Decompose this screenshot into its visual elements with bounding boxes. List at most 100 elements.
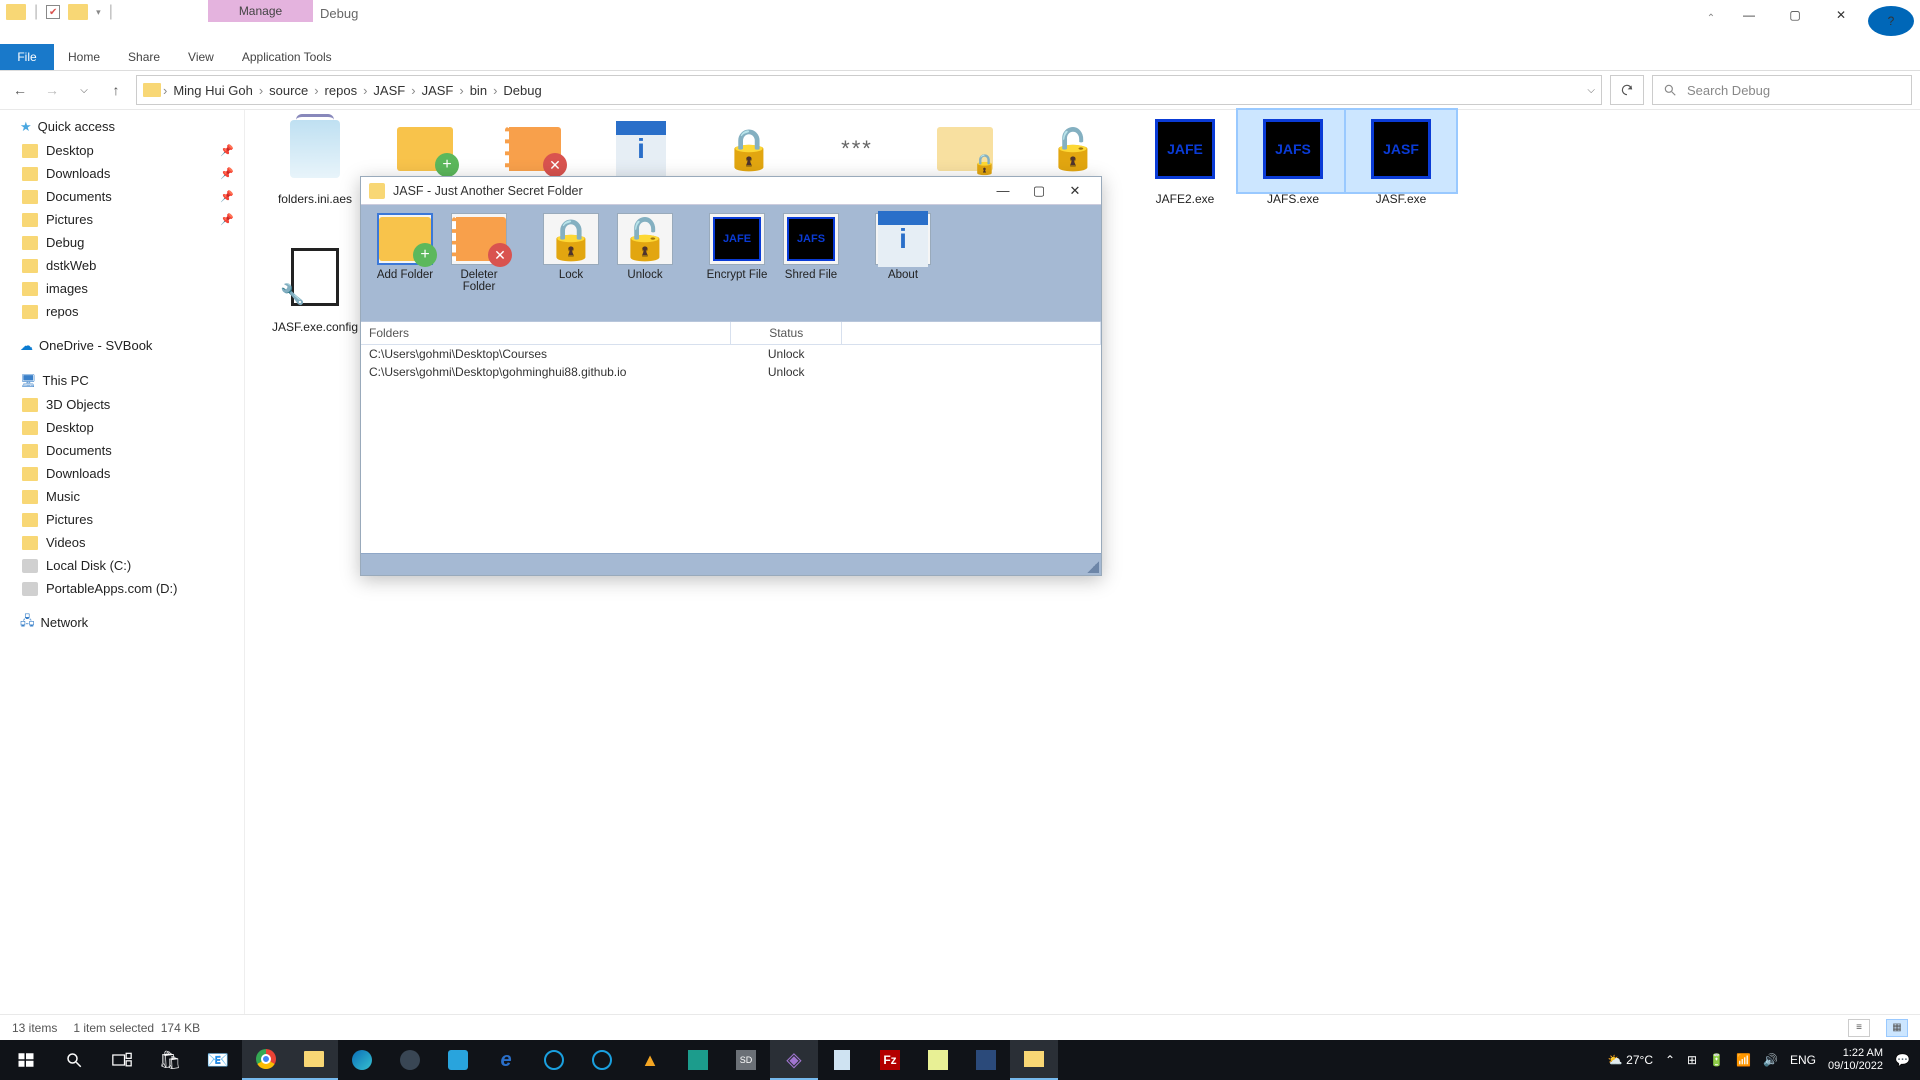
taskbar-search-button[interactable]: [50, 1040, 98, 1080]
close-button[interactable]: ✕: [1818, 0, 1864, 30]
jasf-toolbar-button[interactable]: ✕Deleter Folder: [445, 213, 513, 293]
nav-item[interactable]: Documents📌: [0, 185, 244, 208]
tray-overflow-icon[interactable]: ⌃: [1665, 1053, 1675, 1067]
taskbar-app-filezilla[interactable]: Fz: [866, 1040, 914, 1080]
jasf-list-row[interactable]: C:\Users\gohmi\Desktop\gohminghui88.gith…: [361, 363, 1101, 381]
nav-group-onedrive[interactable]: ☁ OneDrive - SVBook: [0, 333, 244, 358]
wifi-icon[interactable]: 📶: [1736, 1053, 1751, 1067]
nav-group-quick-access[interactable]: ★ Quick access: [0, 114, 244, 139]
breadcrumb[interactable]: bin: [466, 83, 491, 98]
nav-item[interactable]: Debug: [0, 231, 244, 254]
breadcrumb[interactable]: JASF: [369, 83, 409, 98]
nav-up-button[interactable]: ↑: [104, 78, 128, 102]
tray-icon[interactable]: ⊞: [1687, 1053, 1697, 1067]
view-details-button[interactable]: ≡: [1848, 1019, 1870, 1037]
tray-clock[interactable]: 1:22 AM 09/10/2022: [1828, 1047, 1883, 1073]
help-icon[interactable]: ?: [1868, 6, 1914, 36]
nav-back-button[interactable]: ←: [8, 78, 32, 102]
nav-item[interactable]: Desktop: [0, 416, 244, 439]
ribbon-context-tab-manage[interactable]: Manage: [208, 0, 313, 22]
jasf-toolbar-button[interactable]: 🔓Unlock: [611, 213, 679, 281]
taskbar-app[interactable]: [434, 1040, 482, 1080]
jasf-toolbar-button[interactable]: iAbout: [869, 213, 937, 281]
taskbar-app[interactable]: [914, 1040, 962, 1080]
jasf-toolbar-button[interactable]: +Add Folder: [371, 213, 439, 281]
taskbar-app[interactable]: 🛍: [146, 1040, 194, 1080]
checkbox-icon[interactable]: ✔: [46, 5, 60, 19]
taskbar-app-notepad[interactable]: [818, 1040, 866, 1080]
weather-widget[interactable]: ⛅ 27°C: [1608, 1053, 1653, 1067]
minimize-button[interactable]: —: [1726, 0, 1772, 30]
ribbon-tab-share[interactable]: Share: [114, 44, 174, 70]
nav-item[interactable]: PortableApps.com (D:): [0, 577, 244, 600]
nav-item[interactable]: images: [0, 277, 244, 300]
taskbar-app[interactable]: [674, 1040, 722, 1080]
address-bar[interactable]: › Ming Hui Goh› source› repos› JASF› JAS…: [136, 75, 1602, 105]
task-view-button[interactable]: [98, 1040, 146, 1080]
jasf-minimize-button[interactable]: —: [985, 183, 1021, 198]
navigation-pane[interactable]: ★ Quick access Desktop📌Downloads📌Documen…: [0, 110, 245, 1014]
search-input[interactable]: Search Debug: [1652, 75, 1912, 105]
qat-dropdown-icon[interactable]: ▾: [96, 7, 101, 18]
jasf-col-folders[interactable]: Folders: [361, 322, 731, 345]
nav-item[interactable]: Videos: [0, 531, 244, 554]
nav-group-this-pc[interactable]: 🖥 This PC: [0, 368, 244, 393]
jasf-folder-list[interactable]: Folders Status C:\Users\gohmi\Desktop\Co…: [361, 321, 1101, 553]
nav-forward-button[interactable]: →: [40, 78, 64, 102]
maximize-button[interactable]: ▢: [1772, 0, 1818, 30]
refresh-button[interactable]: [1610, 75, 1644, 105]
taskbar-app[interactable]: [386, 1040, 434, 1080]
taskbar-app[interactable]: ▲: [626, 1040, 674, 1080]
breadcrumb[interactable]: source: [265, 83, 312, 98]
view-thumbnails-button[interactable]: ▦: [1886, 1019, 1908, 1037]
resize-grip-icon[interactable]: [1087, 561, 1099, 573]
battery-icon[interactable]: 🔋: [1709, 1053, 1724, 1067]
start-button[interactable]: [2, 1040, 50, 1080]
jasf-titlebar[interactable]: JASF - Just Another Secret Folder — ▢ ✕: [361, 177, 1101, 205]
file-item[interactable]: folders.ini.aes: [260, 110, 370, 206]
breadcrumb[interactable]: Ming Hui Goh: [169, 83, 256, 98]
nav-group-network[interactable]: 🖧 Network: [0, 610, 244, 635]
jasf-maximize-button[interactable]: ▢: [1021, 183, 1057, 199]
nav-history-dropdown[interactable]: ⌵: [72, 78, 96, 102]
taskbar-app-vs[interactable]: ◈: [770, 1040, 818, 1080]
language-indicator[interactable]: ENG: [1790, 1053, 1816, 1067]
taskbar-app[interactable]: SD: [722, 1040, 770, 1080]
jasf-toolbar-button[interactable]: 🔒Lock: [537, 213, 605, 281]
address-dropdown-icon[interactable]: ⌵: [1587, 85, 1595, 96]
nav-item[interactable]: Music: [0, 485, 244, 508]
nav-item[interactable]: Downloads: [0, 462, 244, 485]
breadcrumb[interactable]: JASF: [418, 83, 458, 98]
breadcrumb[interactable]: Debug: [499, 83, 545, 98]
ribbon-tab-file[interactable]: File: [0, 44, 54, 70]
jasf-toolbar-button[interactable]: JAFSShred File: [777, 213, 845, 281]
volume-icon[interactable]: 🔊: [1763, 1053, 1778, 1067]
notifications-icon[interactable]: 💬: [1895, 1053, 1910, 1067]
taskbar-app-edge[interactable]: [338, 1040, 386, 1080]
nav-item[interactable]: Desktop📌: [0, 139, 244, 162]
taskbar-app[interactable]: 📧: [194, 1040, 242, 1080]
taskbar-app-explorer[interactable]: [290, 1040, 338, 1080]
nav-item[interactable]: 3D Objects: [0, 393, 244, 416]
nav-item[interactable]: Documents: [0, 439, 244, 462]
nav-item[interactable]: dstkWeb: [0, 254, 244, 277]
taskbar-app-chrome[interactable]: [242, 1040, 290, 1080]
nav-item[interactable]: Downloads📌: [0, 162, 244, 185]
nav-item[interactable]: repos: [0, 300, 244, 323]
jasf-close-button[interactable]: ✕: [1057, 183, 1093, 199]
nav-item[interactable]: Pictures📌: [0, 208, 244, 231]
jasf-col-status[interactable]: Status: [731, 322, 842, 345]
taskbar-app[interactable]: [578, 1040, 626, 1080]
ribbon-tab-view[interactable]: View: [174, 44, 228, 70]
nav-item[interactable]: Local Disk (C:): [0, 554, 244, 577]
taskbar-app[interactable]: [530, 1040, 578, 1080]
ribbon-tab-home[interactable]: Home: [54, 44, 114, 70]
file-item[interactable]: JAFEJAFE2.exe: [1130, 110, 1240, 206]
breadcrumb[interactable]: repos: [321, 83, 362, 98]
ribbon-tab-app-tools[interactable]: Application Tools: [228, 44, 346, 70]
nav-item[interactable]: Pictures: [0, 508, 244, 531]
file-item[interactable]: 🔧JASF.exe.config: [260, 238, 370, 334]
jasf-list-row[interactable]: C:\Users\gohmi\Desktop\CoursesUnlock: [361, 345, 1101, 364]
taskbar-app-jasf[interactable]: [1010, 1040, 1058, 1080]
file-item[interactable]: JAFSJAFS.exe: [1238, 110, 1348, 206]
